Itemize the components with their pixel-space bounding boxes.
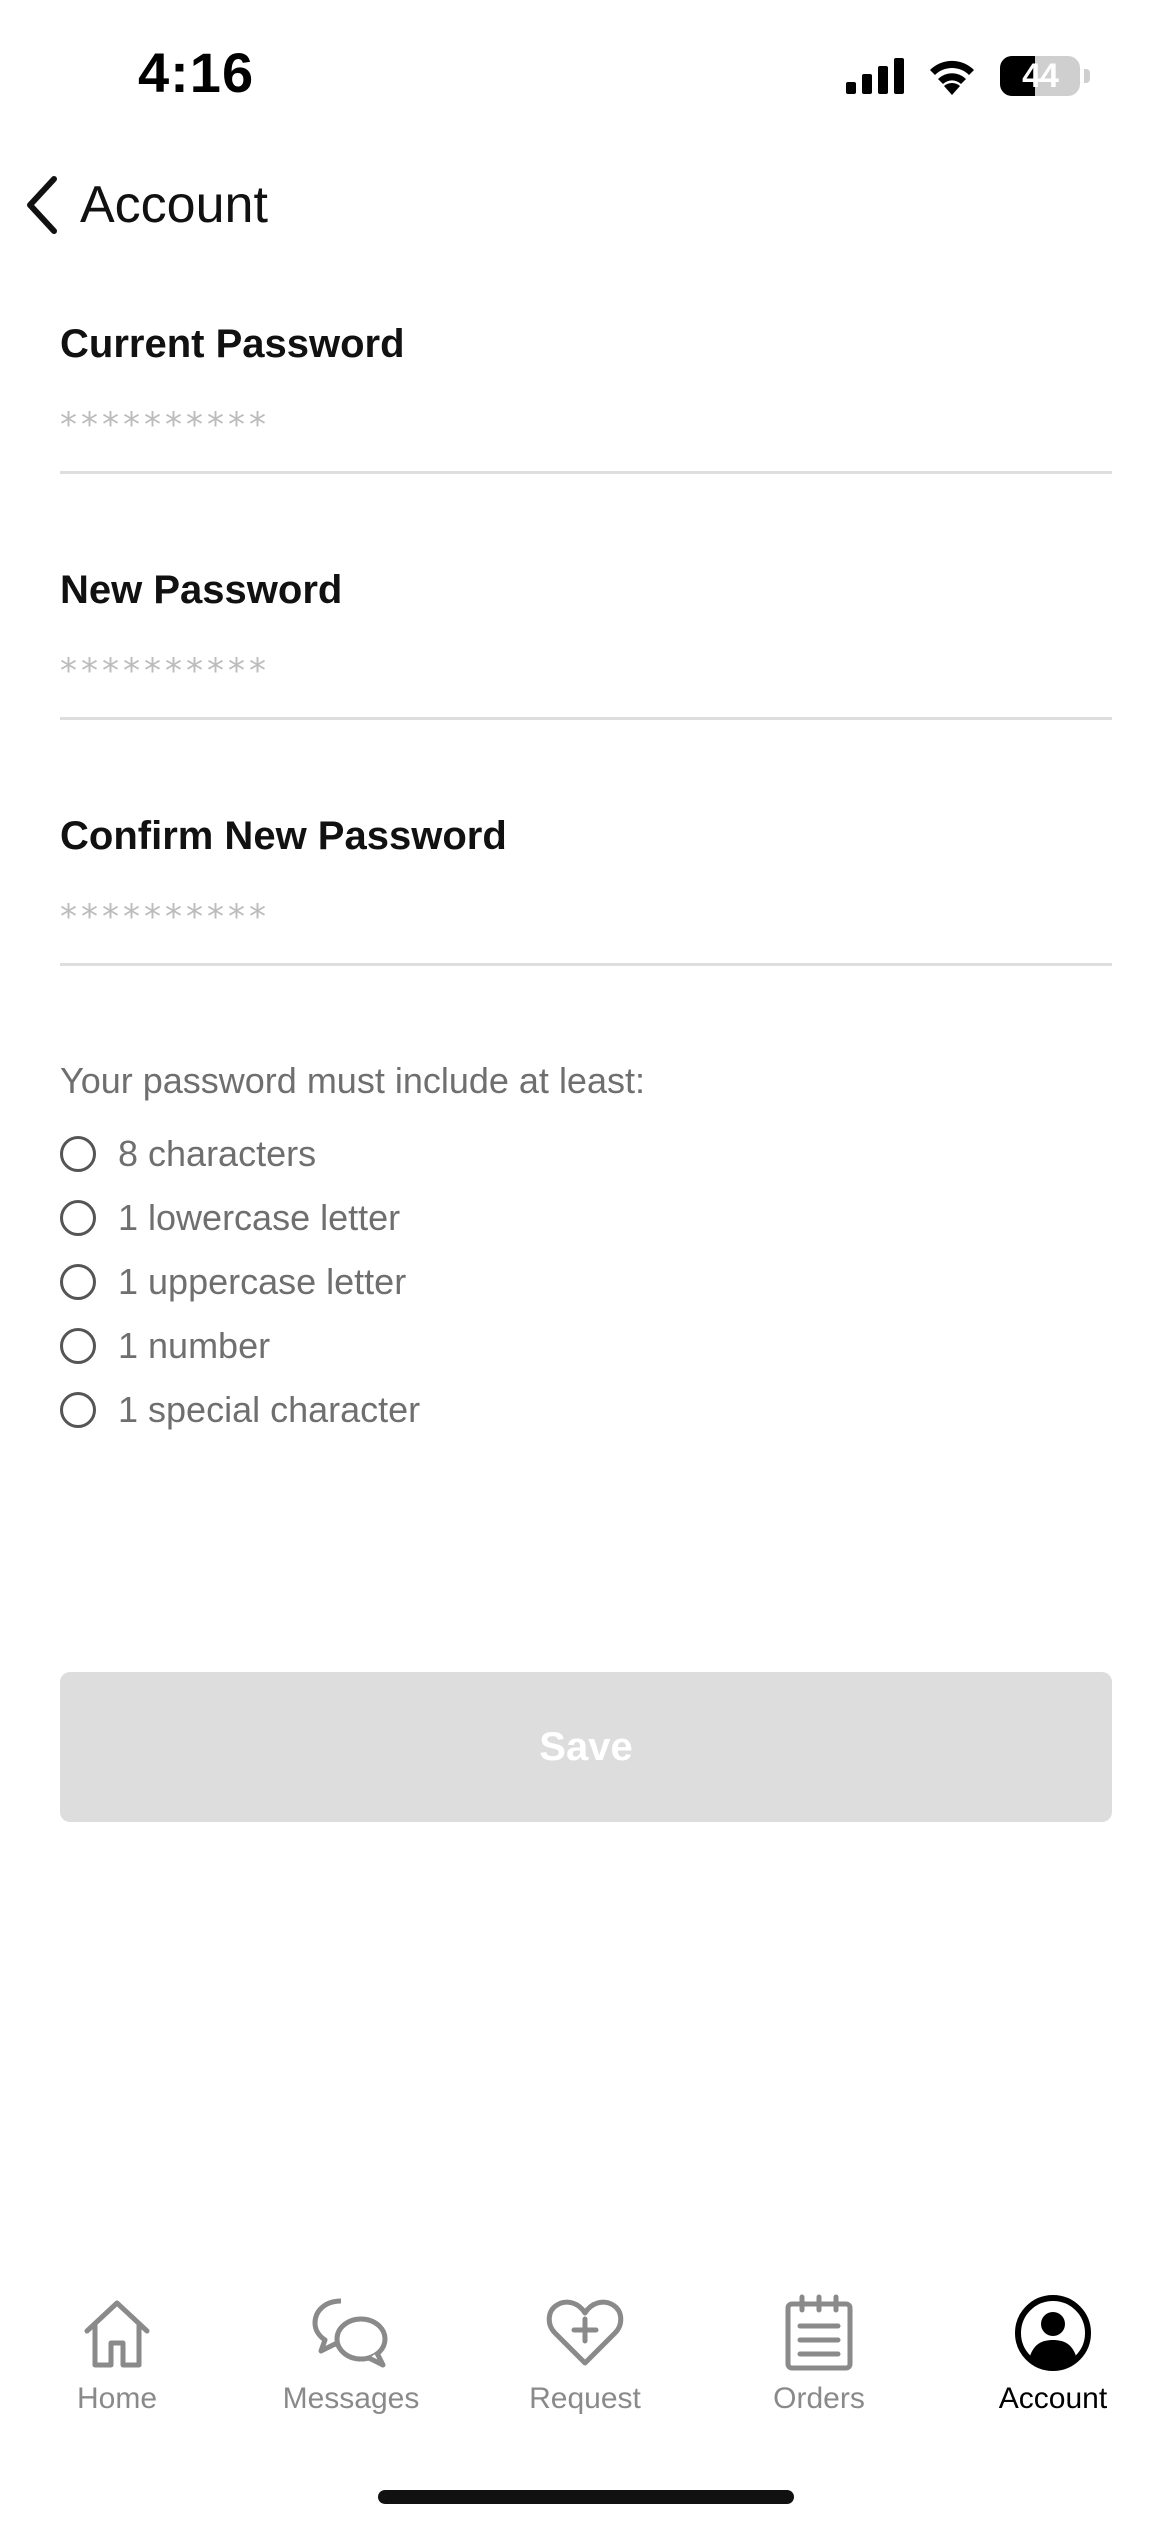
new-password-divider: [60, 717, 1112, 720]
tab-home[interactable]: Home: [0, 2290, 234, 2440]
wifi-icon: [930, 60, 974, 95]
tab-request[interactable]: Request: [468, 2290, 702, 2440]
nav-header: Account: [0, 160, 1170, 250]
current-password-divider: [60, 471, 1112, 474]
account-icon: [1010, 2290, 1096, 2376]
requirement-text: 1 lowercase letter: [118, 1197, 401, 1238]
current-password-field: Current Password: [60, 322, 1112, 474]
requirement-circle-icon: [60, 1392, 96, 1428]
confirm-password-label: Confirm New Password: [60, 814, 507, 858]
requirement-item: 1 number: [60, 1314, 1112, 1378]
tab-home-label: Home: [76, 2382, 158, 2415]
current-password-input[interactable]: [60, 395, 1112, 455]
requirement-item: 1 special character: [60, 1378, 1112, 1442]
heart-plus-icon: [542, 2290, 628, 2376]
requirements-intro: Your password must include at least:: [60, 1060, 645, 1101]
new-password-field: New Password: [60, 568, 1112, 720]
tab-messages-label: Messages: [282, 2382, 420, 2415]
tab-account[interactable]: Account: [936, 2290, 1170, 2440]
signal-icon: [846, 58, 904, 94]
back-label: Account: [80, 176, 268, 234]
requirement-item: 8 characters: [60, 1122, 1112, 1186]
clipboard-icon: [776, 2290, 862, 2376]
confirm-password-field: Confirm New Password: [60, 814, 1112, 966]
requirement-circle-icon: [60, 1136, 96, 1172]
status-time: 4:16: [138, 41, 255, 104]
home-indicator: [378, 2490, 794, 2504]
new-password-label: New Password: [60, 568, 343, 612]
confirm-password-divider: [60, 963, 1112, 966]
tab-messages[interactable]: Messages: [234, 2290, 468, 2440]
tab-orders-label: Orders: [773, 2382, 865, 2415]
requirement-circle-icon: [60, 1328, 96, 1364]
tab-orders[interactable]: Orders: [702, 2290, 936, 2440]
messages-icon: [308, 2290, 394, 2376]
requirement-text: 8 characters: [118, 1133, 317, 1174]
home-icon: [74, 2290, 160, 2376]
battery-level: 44: [1022, 56, 1059, 95]
requirement-circle-icon: [60, 1200, 96, 1236]
back-button[interactable]: Account: [0, 175, 268, 235]
chevron-left-icon: [27, 176, 57, 234]
status-icons: 44: [846, 56, 1090, 96]
battery-icon: 44: [1000, 56, 1080, 96]
new-password-input[interactable]: [60, 641, 1112, 701]
password-requirements: Your password must include at least: 8 c…: [60, 1060, 1112, 1442]
status-bar: 4:16 44: [0, 0, 1170, 150]
tab-account-label: Account: [998, 2382, 1108, 2415]
requirement-item: 1 uppercase letter: [60, 1250, 1112, 1314]
current-password-label: Current Password: [60, 322, 405, 366]
confirm-password-input[interactable]: [60, 887, 1112, 947]
tab-request-label: Request: [529, 2382, 641, 2415]
requirement-text: 1 uppercase letter: [118, 1261, 407, 1302]
requirement-text: 1 number: [118, 1325, 271, 1366]
requirement-text: 1 special character: [118, 1389, 421, 1430]
change-password-screen: 4:16 44 Account Current Password New Pas…: [0, 0, 1170, 2532]
tab-bar: Home Messages Request Orders Account: [0, 2290, 1170, 2440]
requirement-item: 1 lowercase letter: [60, 1186, 1112, 1250]
battery-tip: [1084, 69, 1090, 83]
requirement-circle-icon: [60, 1264, 96, 1300]
save-button[interactable]: Save: [60, 1672, 1112, 1822]
